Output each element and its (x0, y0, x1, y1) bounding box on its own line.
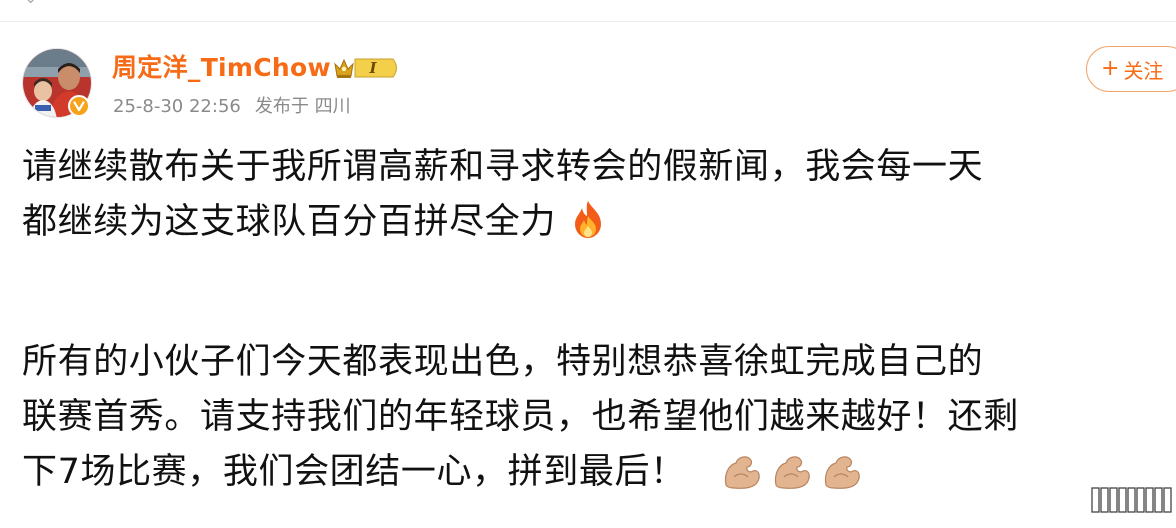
post-content[interactable]: 请继续散布关于我所谓高薪和寻求转会的假新闻，我会每一天 都继续为这支球队百分百拼… (22, 140, 1176, 500)
post-text-line: 所有的小伙子们今天都表现出色，特别想恭喜徐虹完成自己的 (22, 342, 984, 382)
post-text-line-text: 下7场比赛，我们会团结一心，拼到最后！ (22, 452, 686, 492)
flexed-biceps-emoji-group (720, 451, 862, 491)
post-timestamp[interactable]: 25-8-30 22:56 (113, 95, 241, 119)
flexed-biceps-icon (724, 456, 760, 489)
post-text-line: 下7场比赛，我们会团结一心，拼到最后！ (22, 445, 1176, 500)
weibo-post-page: ⌄ 周定洋_TimChow I 25-8-3 (0, 0, 1176, 528)
previous-post-remnant: ⌄ (24, 0, 37, 8)
post-text-line-text: 都继续为这支球队百分百拼尽全力 (22, 202, 557, 242)
flexed-biceps-icon (774, 456, 810, 489)
divider (0, 21, 1176, 22)
post-text-line: 都继续为这支球队百分百拼尽全力 (22, 195, 1176, 256)
flexed-biceps-icon (824, 456, 860, 489)
watermark-icon (1090, 482, 1174, 516)
follow-button[interactable]: + 关注 (1086, 46, 1176, 92)
post-text-line: 联赛首秀。请支持我们的年轻球员，也希望他们越来越好！还剩 (22, 397, 1019, 437)
chevron-icon: ⌄ (24, 0, 37, 7)
author-name[interactable]: 周定洋_TimChow (112, 52, 331, 84)
verified-v-icon (68, 95, 90, 117)
follow-button-label: 关注 (1123, 58, 1164, 83)
vip-crown-icon[interactable]: I (333, 55, 401, 81)
fire-emoji-icon (570, 199, 606, 256)
vip-level-label: I (368, 59, 377, 77)
post-meta: 25-8-30 22:56 发布于 四川 (113, 95, 351, 119)
plus-icon: + (1101, 56, 1120, 81)
post-text-line: 请继续散布关于我所谓高薪和寻求转会的假新闻，我会每一天 (22, 147, 984, 187)
post-location: 发布于 四川 (254, 96, 351, 117)
